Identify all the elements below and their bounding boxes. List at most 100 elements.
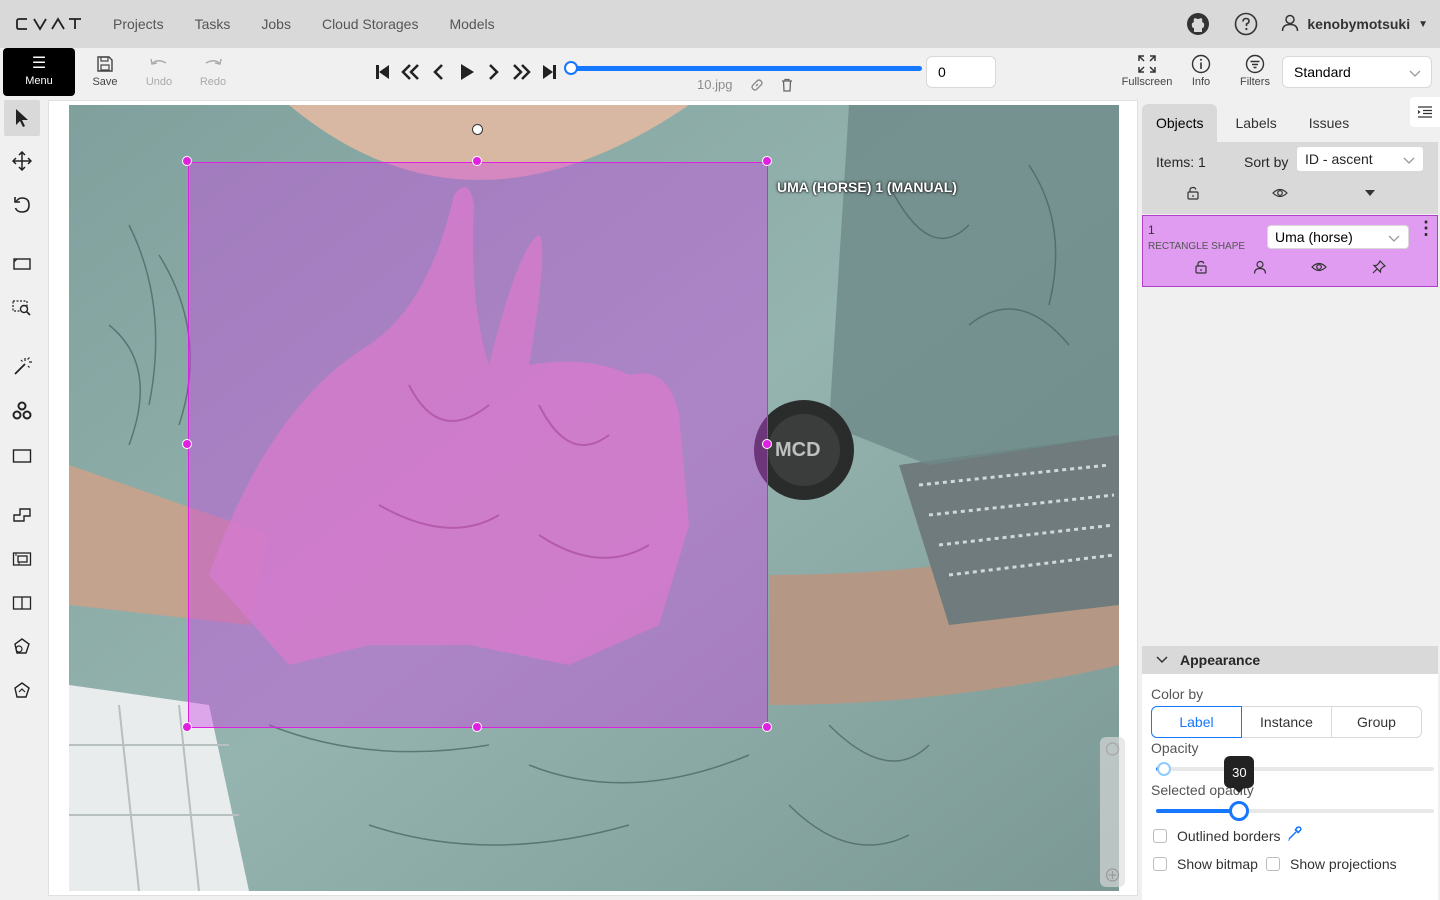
link-icon[interactable] xyxy=(750,78,764,95)
resize-handle[interactable] xyxy=(762,439,772,449)
sidebar-collapse-button[interactable] xyxy=(1410,97,1440,127)
tab-labels[interactable]: Labels xyxy=(1221,104,1290,142)
resize-handle[interactable] xyxy=(472,156,482,166)
color-by-group-option[interactable]: Group xyxy=(1331,706,1422,738)
sort-value: ID - ascent xyxy=(1305,151,1373,167)
objects-header: Items: 1 Sort by ID - ascent xyxy=(1142,142,1438,214)
resize-handle[interactable] xyxy=(182,722,192,732)
opencv-tool[interactable] xyxy=(8,397,36,425)
nav-projects[interactable]: Projects xyxy=(113,16,164,32)
rotation-handle[interactable] xyxy=(472,124,483,135)
last-frame-icon[interactable] xyxy=(536,58,564,86)
previous-frame-icon[interactable] xyxy=(424,58,452,86)
cursor-tool[interactable] xyxy=(4,100,40,136)
zoom-region-icon xyxy=(12,300,31,316)
split-icon xyxy=(12,596,32,610)
nav-jobs[interactable]: Jobs xyxy=(261,16,291,32)
first-frame-icon[interactable] xyxy=(368,58,396,86)
polygon-group-icon xyxy=(14,682,30,698)
cursor-icon xyxy=(16,109,28,127)
cuboid-icon xyxy=(12,552,32,566)
canvas-container[interactable]: MCD xyxy=(48,100,1138,896)
show-bitmap-checkbox[interactable] xyxy=(1153,857,1167,871)
redo-icon xyxy=(203,54,223,74)
delete-frame-icon[interactable] xyxy=(780,78,794,95)
rotate-tool[interactable] xyxy=(8,191,36,219)
nav-tasks[interactable]: Tasks xyxy=(195,16,231,32)
draw-polygon-tool[interactable] xyxy=(8,501,36,529)
show-projections-checkbox[interactable] xyxy=(1266,857,1280,871)
nav-cloud-storages[interactable]: Cloud Storages xyxy=(322,16,419,32)
outlined-borders-checkbox[interactable] xyxy=(1153,829,1167,843)
resize-handle[interactable] xyxy=(762,156,772,166)
magic-wand-tool[interactable] xyxy=(8,353,36,381)
zoom-region-tool[interactable] xyxy=(8,294,36,322)
caret-down-icon[interactable] xyxy=(1364,186,1376,203)
tab-objects[interactable]: Objects xyxy=(1142,104,1218,142)
frame-slider-track xyxy=(570,66,922,71)
menu-button[interactable]: ☰ Menu xyxy=(3,48,75,96)
cvat-logo[interactable] xyxy=(16,17,82,31)
chevron-down-icon xyxy=(1409,66,1421,82)
frame-slider-thumb[interactable] xyxy=(564,61,578,75)
resize-handle[interactable] xyxy=(472,722,482,732)
backward-step-icon[interactable] xyxy=(396,58,424,86)
workspace-select[interactable]: Standard xyxy=(1282,56,1432,88)
tab-issues[interactable]: Issues xyxy=(1295,104,1363,142)
split-tool[interactable] xyxy=(8,589,36,617)
sort-select[interactable]: ID - ascent xyxy=(1296,146,1424,172)
frame-number-input[interactable] xyxy=(926,56,996,88)
filters-button[interactable]: Filters xyxy=(1235,54,1275,88)
opacity-slider-thumb[interactable] xyxy=(1157,762,1172,776)
eye-icon[interactable] xyxy=(1272,186,1288,203)
unlock-all-icon[interactable] xyxy=(1186,186,1200,203)
fit-image-tool[interactable] xyxy=(8,250,36,278)
more-options-icon[interactable]: ⋮ xyxy=(1417,219,1435,237)
nav-models[interactable]: Models xyxy=(449,16,494,32)
zoom-slider[interactable] xyxy=(1100,737,1125,887)
selected-opacity-slider[interactable] xyxy=(1156,801,1434,821)
object-label-select[interactable]: Uma (horse) xyxy=(1267,225,1409,249)
menu-fold-icon xyxy=(1418,106,1432,118)
color-picker-icon[interactable] xyxy=(1286,826,1302,845)
redo-button[interactable]: Redo xyxy=(193,54,233,88)
save-button[interactable]: Save xyxy=(85,54,125,88)
user-icon xyxy=(1281,14,1299,35)
draw-cuboid-tool[interactable] xyxy=(8,545,36,573)
pin-icon[interactable] xyxy=(1372,259,1387,277)
next-frame-icon[interactable] xyxy=(480,58,508,86)
user-menu[interactable]: kenobymotsuki ▼ xyxy=(1281,14,1428,35)
help-icon[interactable] xyxy=(1233,11,1259,37)
eye-icon[interactable] xyxy=(1311,260,1327,277)
color-by-instance-option[interactable]: Instance xyxy=(1241,706,1332,738)
rectangle-annotation[interactable] xyxy=(188,162,768,728)
lock-icon[interactable] xyxy=(1194,260,1208,277)
player-controls xyxy=(368,58,564,86)
shape-text-label: UMA (HORSE) 1 (MANUAL) xyxy=(777,179,957,195)
resize-handle[interactable] xyxy=(762,722,772,732)
opacity-slider[interactable] xyxy=(1156,762,1434,776)
fullscreen-label: Fullscreen xyxy=(1121,76,1173,88)
undo-button[interactable]: Undo xyxy=(139,54,179,88)
outlined-borders-label: Outlined borders xyxy=(1177,828,1281,844)
color-by-label-option[interactable]: Label xyxy=(1151,706,1242,738)
object-item[interactable]: 1 RECTANGLE SHAPE Uma (horse) ⋮ xyxy=(1142,215,1438,287)
appearance-header[interactable]: Appearance xyxy=(1142,646,1438,674)
info-button[interactable]: Info xyxy=(1181,54,1221,88)
show-projections-label: Show projections xyxy=(1290,856,1397,872)
github-icon[interactable] xyxy=(1185,11,1211,37)
forward-step-icon[interactable] xyxy=(508,58,536,86)
group-tool[interactable] xyxy=(8,677,36,705)
info-label: Info xyxy=(1191,76,1211,88)
resize-handle[interactable] xyxy=(182,439,192,449)
move-tool[interactable] xyxy=(8,147,36,175)
resize-handle[interactable] xyxy=(182,156,192,166)
play-icon[interactable] xyxy=(452,58,480,86)
merge-tool[interactable] xyxy=(8,633,36,661)
draw-rectangle-tool[interactable] xyxy=(8,442,36,470)
user-icon[interactable] xyxy=(1253,260,1267,277)
selected-opacity-slider-thumb[interactable] xyxy=(1229,801,1250,821)
frame-slider[interactable] xyxy=(564,60,922,76)
sidebar-tabs: Objects Labels Issues xyxy=(1142,104,1363,142)
fullscreen-button[interactable]: Fullscreen xyxy=(1121,54,1173,88)
